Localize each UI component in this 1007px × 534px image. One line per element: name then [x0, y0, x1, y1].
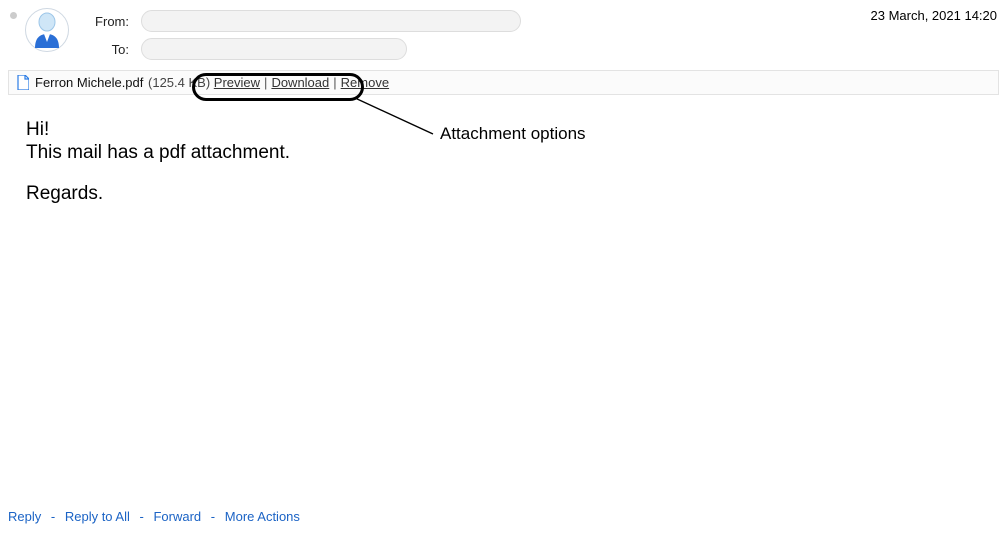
action-separator: - [140, 509, 144, 524]
to-row: To: [87, 38, 521, 60]
attachment-filename: Ferron Michele.pdf [35, 75, 143, 90]
action-separator: - [51, 509, 55, 524]
file-icon [17, 75, 29, 90]
status-dot-icon [10, 12, 17, 19]
email-body: Hi! This mail has a pdf attachment. Rega… [0, 95, 1007, 205]
avatar-icon [32, 12, 62, 48]
action-separator: - [211, 509, 215, 524]
attachment-bar: Ferron Michele.pdf (125.4 KB) Preview | … [8, 70, 999, 95]
header-fields: From: To: [87, 8, 521, 60]
email-date: 23 March, 2021 14:20 [871, 8, 997, 23]
reply-link[interactable]: Reply [8, 509, 41, 524]
preview-link[interactable]: Preview [214, 75, 260, 90]
avatar [25, 8, 69, 52]
email-header: From: To: 23 March, 2021 14:20 [0, 0, 1007, 64]
action-bar: Reply - Reply to All - Forward - More Ac… [8, 509, 300, 524]
annotation-label: Attachment options [440, 124, 586, 144]
from-row: From: [87, 10, 521, 32]
more-actions-link[interactable]: More Actions [225, 509, 300, 524]
body-line: Regards. [26, 183, 1007, 206]
reply-all-link[interactable]: Reply to All [65, 509, 130, 524]
separator: | [264, 75, 267, 90]
to-input[interactable] [141, 38, 407, 60]
forward-link[interactable]: Forward [153, 509, 201, 524]
download-link[interactable]: Download [271, 75, 329, 90]
header-left: From: To: [10, 8, 521, 60]
separator: | [333, 75, 336, 90]
body-line: This mail has a pdf attachment. [26, 142, 1007, 165]
attachment-size: (125.4 KB) [148, 75, 210, 90]
to-label: To: [87, 42, 129, 57]
remove-link[interactable]: Remove [341, 75, 389, 90]
from-label: From: [87, 14, 129, 29]
from-input[interactable] [141, 10, 521, 32]
